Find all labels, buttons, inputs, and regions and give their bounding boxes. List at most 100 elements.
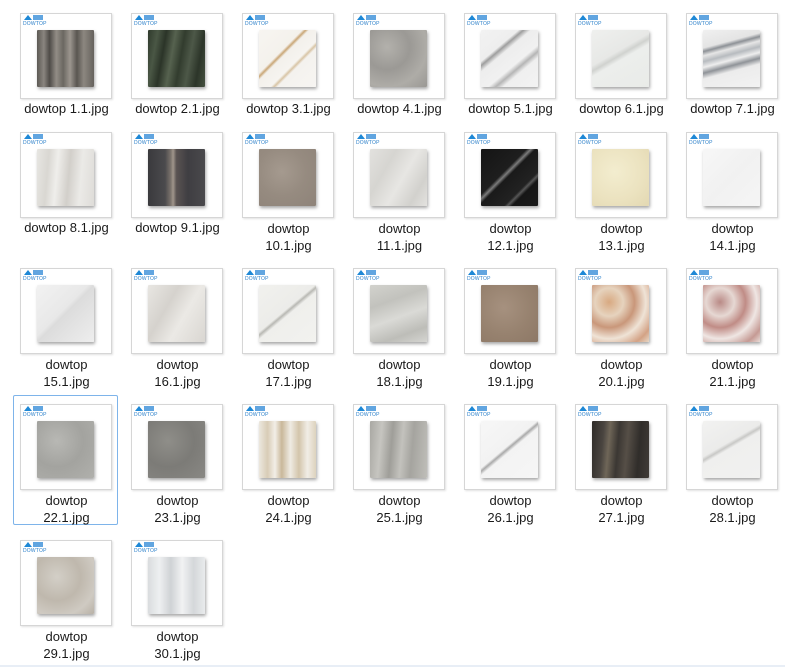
dowtop-logo-icon: DOWTOP [134,15,160,29]
logo-text: DOWTOP [134,140,158,146]
file-thumbnail: DOWTOP [20,404,112,490]
file-name: dowtop 30.1.jpg [154,629,201,661]
dowtop-logo-icon: DOWTOP [245,270,271,284]
file-item[interactable]: DOWTOP dowtop 18.1.jpg [346,259,451,389]
file-item[interactable]: DOWTOP dowtop 19.1.jpg [457,259,562,389]
dowtop-logo-icon: DOWTOP [578,270,604,284]
file-item[interactable]: DOWTOP dowtop 11.1.jpg [346,123,451,253]
file-item[interactable]: DOWTOP dowtop 3.1.jpg [235,4,340,118]
file-name: dowtop 17.1.jpg [265,357,312,389]
file-name: dowtop 26.1.jpg [487,493,534,525]
file-item[interactable]: DOWTOP dowtop 26.1.jpg [457,395,562,525]
stone-swatch [481,30,538,87]
file-thumbnail: DOWTOP [242,268,334,354]
file-name: dowtop 2.1.jpg [135,101,220,116]
file-name: dowtop 8.1.jpg [24,220,109,235]
file-thumbnail: DOWTOP [353,13,445,99]
file-name: dowtop 12.1.jpg [487,221,534,253]
file-name: dowtop 11.1.jpg [376,221,423,253]
file-item[interactable]: DOWTOP dowtop 6.1.jpg [568,4,673,118]
file-thumbnail: DOWTOP [353,132,445,218]
file-name: dowtop 16.1.jpg [154,357,201,389]
dowtop-logo-icon: DOWTOP [467,15,493,29]
file-name: dowtop 6.1.jpg [579,101,664,116]
file-item[interactable]: DOWTOP dowtop 25.1.jpg [346,395,451,525]
dowtop-logo-icon: DOWTOP [23,542,49,556]
file-item[interactable]: DOWTOP dowtop 8.1.jpg [13,123,118,237]
stone-swatch [703,421,760,478]
file-thumbnail: DOWTOP [242,13,334,99]
stone-swatch [370,30,427,87]
logo-text: DOWTOP [245,412,269,418]
logo-text: DOWTOP [134,548,158,554]
file-item[interactable]: DOWTOP dowtop 17.1.jpg [235,259,340,389]
stone-swatch [481,421,538,478]
stone-swatch [259,149,316,206]
file-thumbnail: DOWTOP [20,268,112,354]
file-item[interactable]: DOWTOP dowtop 5.1.jpg [457,4,562,118]
logo-text: DOWTOP [689,140,713,146]
file-item[interactable]: DOWTOP dowtop 12.1.jpg [457,123,562,253]
file-item[interactable]: DOWTOP dowtop 29.1.jpg [13,531,118,661]
dowtop-logo-icon: DOWTOP [689,270,715,284]
dowtop-logo-icon: DOWTOP [245,134,271,148]
file-item[interactable]: DOWTOP dowtop 4.1.jpg [346,4,451,118]
stone-swatch [370,421,427,478]
file-item[interactable]: DOWTOP dowtop 23.1.jpg [124,395,229,525]
file-name: dowtop 9.1.jpg [135,220,220,235]
file-item[interactable]: DOWTOP dowtop 2.1.jpg [124,4,229,118]
stone-swatch [592,285,649,342]
logo-text: DOWTOP [23,276,47,282]
stone-swatch [148,30,205,87]
logo-text: DOWTOP [245,276,269,282]
file-thumbnail: DOWTOP [686,13,778,99]
file-thumbnail: DOWTOP [242,404,334,490]
file-item[interactable]: DOWTOP dowtop 16.1.jpg [124,259,229,389]
file-item[interactable]: DOWTOP dowtop 10.1.jpg [235,123,340,253]
file-name: dowtop 23.1.jpg [154,493,201,525]
dowtop-logo-icon: DOWTOP [245,406,271,420]
file-item[interactable]: DOWTOP dowtop 27.1.jpg [568,395,673,525]
file-item[interactable]: DOWTOP dowtop 1.1.jpg [13,4,118,118]
dowtop-logo-icon: DOWTOP [134,406,160,420]
file-item[interactable]: DOWTOP dowtop 24.1.jpg [235,395,340,525]
logo-text: DOWTOP [578,140,602,146]
stone-swatch [37,285,94,342]
file-item[interactable]: DOWTOP dowtop 9.1.jpg [124,123,229,237]
logo-text: DOWTOP [578,21,602,27]
file-name: dowtop 3.1.jpg [246,101,331,116]
dowtop-logo-icon: DOWTOP [578,134,604,148]
file-item[interactable]: DOWTOP dowtop 7.1.jpg [679,4,784,118]
file-name: dowtop 1.1.jpg [24,101,109,116]
file-name: dowtop 14.1.jpg [709,221,756,253]
file-item[interactable]: DOWTOP dowtop 15.1.jpg [13,259,118,389]
stone-swatch [370,149,427,206]
file-item[interactable]: DOWTOP dowtop 20.1.jpg [568,259,673,389]
file-item[interactable]: DOWTOP dowtop 28.1.jpg [679,395,784,525]
file-thumbnail: DOWTOP [20,13,112,99]
file-name: dowtop 20.1.jpg [598,357,645,389]
file-item[interactable]: DOWTOP dowtop 21.1.jpg [679,259,784,389]
dowtop-logo-icon: DOWTOP [467,406,493,420]
file-thumbnail: DOWTOP [575,132,667,218]
stone-swatch [259,285,316,342]
file-item[interactable]: DOWTOP dowtop 30.1.jpg [124,531,229,661]
file-thumbnail: DOWTOP [20,132,112,218]
dowtop-logo-icon: DOWTOP [356,15,382,29]
file-thumbnail: DOWTOP [131,404,223,490]
file-name: dowtop 19.1.jpg [487,357,534,389]
file-item[interactable]: DOWTOP dowtop 14.1.jpg [679,123,784,253]
dowtop-logo-icon: DOWTOP [356,134,382,148]
stone-swatch [370,285,427,342]
file-item[interactable]: DOWTOP dowtop 22.1.jpg [13,395,118,525]
logo-text: DOWTOP [23,140,47,146]
file-item[interactable]: DOWTOP dowtop 13.1.jpg [568,123,673,253]
file-thumbnail: DOWTOP [242,132,334,218]
dowtop-logo-icon: DOWTOP [467,134,493,148]
logo-text: DOWTOP [134,276,158,282]
dowtop-logo-icon: DOWTOP [245,15,271,29]
file-thumbnail: DOWTOP [464,268,556,354]
dowtop-logo-icon: DOWTOP [689,15,715,29]
file-thumbnail: DOWTOP [131,132,223,218]
stone-swatch [148,285,205,342]
